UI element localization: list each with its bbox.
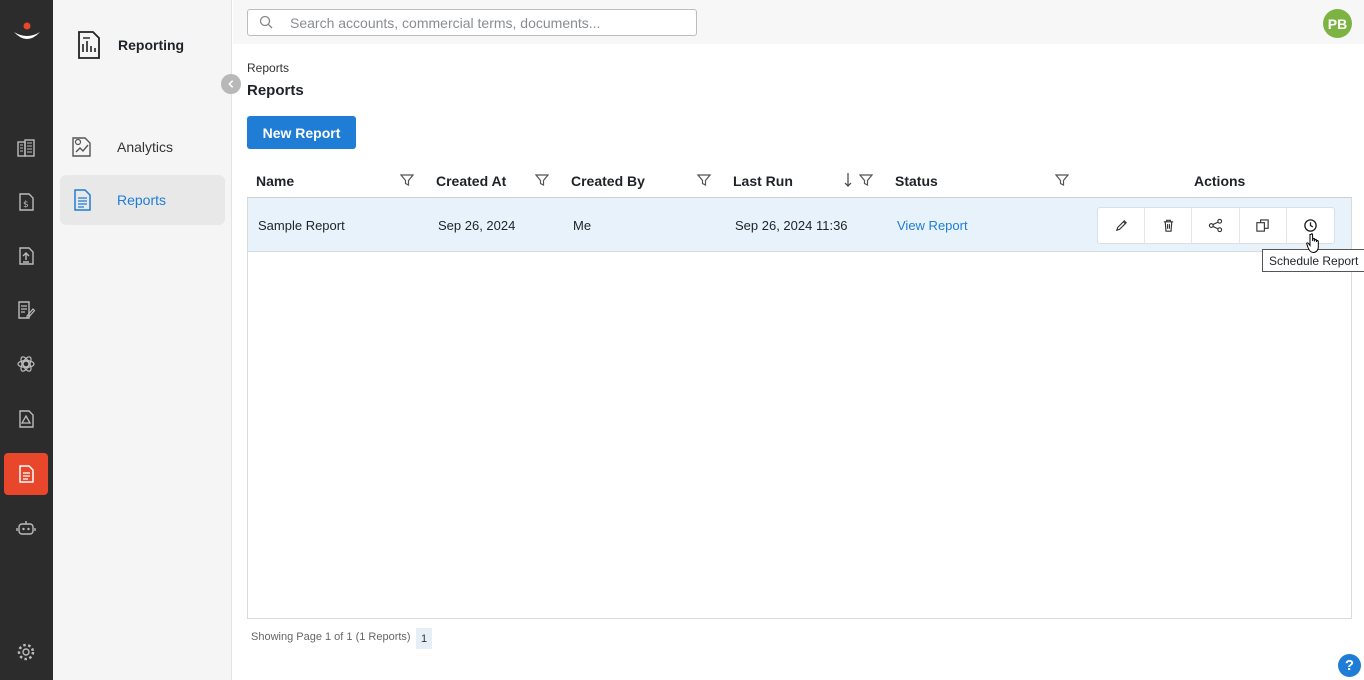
chevron-left-icon	[228, 80, 234, 88]
column-header-status[interactable]: Status	[895, 165, 938, 197]
filter-icon[interactable]	[400, 173, 414, 187]
report-doc-icon	[70, 188, 94, 212]
search-input[interactable]	[290, 13, 680, 32]
rail-accounts[interactable]	[4, 127, 48, 169]
sidebar-item-label: Reports	[117, 192, 167, 208]
reporting-sidebar: Reporting Analytics Reports	[53, 0, 241, 680]
page-title: Reports	[247, 82, 304, 99]
filter-icon[interactable]	[1055, 173, 1069, 187]
duplicate-button[interactable]	[1240, 208, 1287, 243]
rail-integrations[interactable]	[4, 343, 48, 385]
help-button[interactable]: ?	[1338, 654, 1361, 677]
row-actions	[1097, 207, 1335, 244]
share-icon	[1208, 218, 1223, 233]
edit-button[interactable]	[1098, 208, 1146, 243]
table-header: Name Created At Created By Last Run Stat…	[247, 165, 1352, 198]
report-doc-icon	[19, 465, 34, 483]
cell-name: Sample Report	[258, 217, 345, 233]
upload-doc-icon	[19, 247, 34, 265]
breadcrumb[interactable]: Reports	[247, 61, 289, 75]
filter-icon[interactable]	[697, 173, 711, 187]
table-row[interactable]: Sample Report Sep 26, 2024 Me Sep 26, 20…	[248, 198, 1351, 252]
pagination-page-1[interactable]: 1	[416, 628, 432, 649]
column-header-name[interactable]: Name	[256, 165, 294, 197]
filter-icon[interactable]	[859, 173, 873, 187]
rail-reporting[interactable]	[4, 453, 48, 495]
column-header-actions: Actions	[1194, 173, 1246, 189]
rail-settings[interactable]	[4, 631, 48, 673]
cell-created-by: Me	[573, 217, 592, 233]
reporting-icon	[78, 31, 100, 59]
global-search[interactable]	[247, 9, 697, 36]
share-button[interactable]	[1192, 208, 1240, 243]
column-header-created-by[interactable]: Created By	[571, 165, 645, 197]
rail-commercial[interactable]: $	[4, 181, 48, 223]
delete-button[interactable]	[1145, 208, 1193, 243]
svg-text:$: $	[23, 200, 29, 210]
cell-last-run: Sep 26, 2024 11:36	[735, 217, 848, 233]
building-icon	[17, 139, 35, 157]
settings-icon	[17, 643, 35, 661]
reports-table: Sample Report Sep 26, 2024 Me Sep 26, 20…	[247, 198, 1352, 619]
rail-alerts[interactable]	[4, 398, 48, 440]
sidebar-item-label: Analytics	[117, 139, 174, 155]
new-report-button[interactable]: New Report	[247, 116, 356, 149]
gear-atom-icon	[17, 356, 35, 372]
collapse-sidebar-button[interactable]	[221, 74, 241, 94]
column-header-last-run[interactable]: Last Run	[733, 165, 793, 197]
copy-icon	[1256, 219, 1269, 232]
view-report-link[interactable]: View Report	[897, 198, 968, 252]
cell-created-at: Sep 26, 2024	[438, 217, 516, 233]
analytics-icon	[70, 135, 94, 159]
pencil-icon	[1115, 220, 1127, 232]
dollar-doc-icon: $	[19, 193, 34, 211]
rail-upload[interactable]	[4, 235, 48, 277]
alert-doc-icon	[19, 410, 34, 428]
bot-icon	[16, 521, 36, 535]
sidebar-item-reports[interactable]: Reports	[60, 175, 225, 225]
rail-assistant[interactable]	[4, 507, 48, 549]
search-icon	[259, 15, 273, 29]
column-header-created-at[interactable]: Created At	[436, 165, 506, 197]
sidebar-title: Reporting	[118, 37, 185, 53]
filter-icon[interactable]	[535, 173, 549, 187]
sidebar-item-analytics[interactable]: Analytics	[60, 122, 225, 172]
app-rail: $	[0, 0, 53, 680]
trash-icon	[1163, 219, 1173, 232]
pagination-summary: Showing Page 1 of 1 (1 Reports)	[251, 631, 411, 643]
rail-edit[interactable]	[4, 289, 48, 331]
app-logo[interactable]	[0, 20, 53, 50]
user-avatar[interactable]: PB	[1323, 9, 1352, 38]
edit-doc-icon	[18, 301, 36, 319]
hand-cursor-icon	[1306, 233, 1319, 254]
sidebar-header: Reporting	[77, 30, 184, 60]
sort-descending-icon[interactable]	[843, 172, 853, 188]
clock-icon	[1304, 219, 1317, 232]
